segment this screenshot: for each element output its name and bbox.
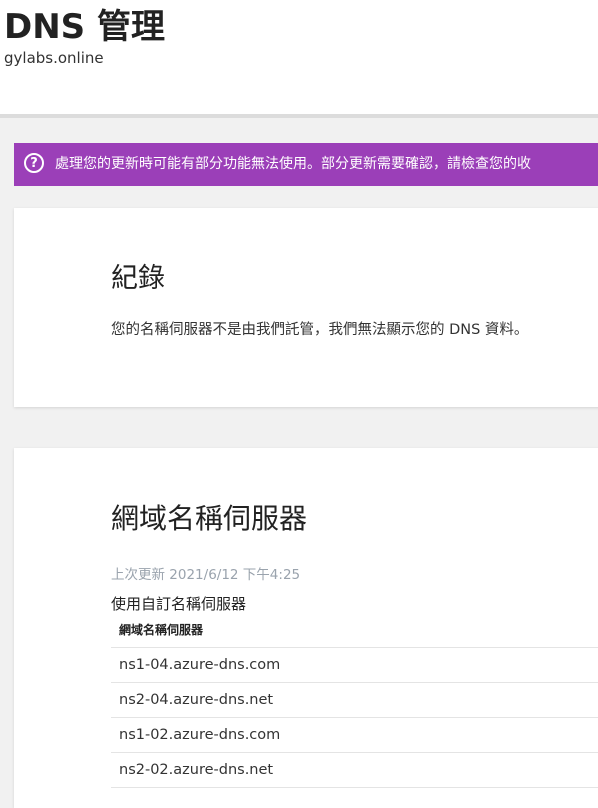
last-updated-text: 上次更新 2021/6/12 下午4:25 [111, 567, 301, 583]
nameservers-table: 網域名稱伺服器 ns1-04.azure-dns.com ns2-04.azur… [111, 618, 598, 788]
page-header: DNS 管理 gylabs.online [0, 0, 598, 114]
question-circle-icon: ? [24, 153, 44, 173]
table-row: ns1-04.azure-dns.com [111, 648, 598, 683]
domain-name: gylabs.online [4, 49, 104, 67]
custom-nameservers-label: 使用自訂名稱伺服器 [111, 595, 247, 613]
page-title: DNS 管理 [4, 7, 166, 47]
header-divider [0, 114, 598, 118]
records-heading: 紀錄 [111, 263, 165, 294]
update-notice-banner: ? 處理您的更新時可能有部分功能無法使用。部分更新需要確認，請檢查您的收 [14, 143, 598, 186]
table-row: ns2-04.azure-dns.net [111, 683, 598, 718]
table-row: ns1-02.azure-dns.com [111, 718, 598, 753]
records-card: 紀錄 您的名稱伺服器不是由我們託管，我們無法顯示您的 DNS 資料。 [14, 208, 598, 407]
banner-message: 處理您的更新時可能有部分功能無法使用。部分更新需要確認，請檢查您的收 [55, 156, 531, 172]
table-header: 網域名稱伺服器 [111, 618, 598, 648]
nameservers-heading: 網域名稱伺服器 [111, 502, 308, 535]
table-row: ns2-02.azure-dns.net [111, 753, 598, 788]
nameservers-card: 網域名稱伺服器 上次更新 2021/6/12 下午4:25 使用自訂名稱伺服器 … [14, 448, 598, 808]
records-message: 您的名稱伺服器不是由我們託管，我們無法顯示您的 DNS 資料。 [111, 322, 529, 338]
